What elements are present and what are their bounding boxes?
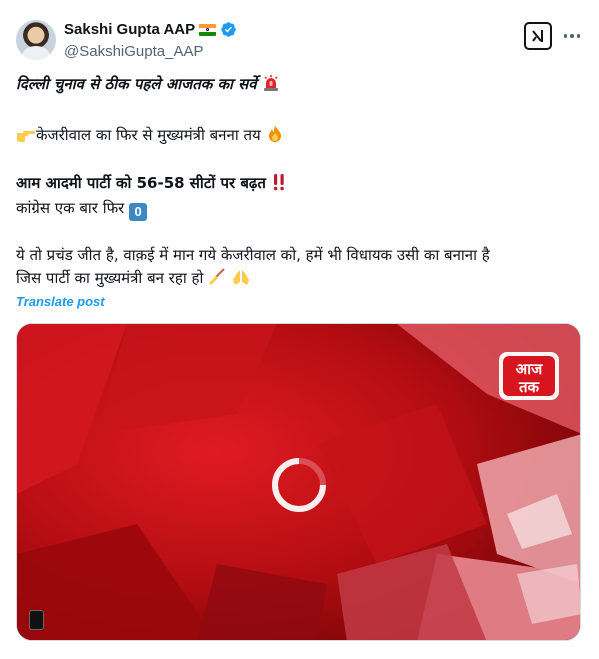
double-exclamation-icon <box>273 174 285 191</box>
folded-hands-icon <box>232 270 249 285</box>
post-closing-text: जिस पार्टी का मुख्यमंत्री बन रहा हो <box>16 269 204 287</box>
siren-icon <box>263 75 278 91</box>
grok-button[interactable] <box>524 22 552 50</box>
author-handle[interactable]: @SakshiGupta_AAP <box>64 43 203 60</box>
post-line-5: ये तो प्रचंड जीत है, वाक़ई में मान गये क… <box>16 246 490 264</box>
post-congress-text: कांग्रेस एक बार फिर <box>16 199 125 217</box>
logo-text-bottom: तक <box>518 378 541 396</box>
translate-post-link[interactable]: Translate post <box>16 294 105 309</box>
more-options-button[interactable] <box>561 26 583 46</box>
tweet-card: Sakshi Gupta AAP @SakshiGupta_AAP दिल्ली… <box>0 0 599 659</box>
grok-icon <box>532 30 543 42</box>
more-options-icon <box>563 34 568 38</box>
post-prediction-text: केजरीवाल का फिर से मुख्यमंत्री बनना तय <box>36 126 261 144</box>
logo-text-top: आज <box>516 360 543 378</box>
author-avatar[interactable] <box>16 20 56 60</box>
post-line-1: दिल्ली चुनाव से ठीक पहले आजतक का सर्वे <box>16 73 280 95</box>
pointing-hand-icon <box>17 131 35 142</box>
author-name-row: Sakshi Gupta AAP <box>64 21 237 38</box>
post-line-4: कांग्रेस एक बार फिर 0 <box>16 197 148 221</box>
broom-icon <box>209 268 225 285</box>
post-headline-text: दिल्ली चुनाव से ठीक पहले आजतक का सर्वे <box>16 75 257 93</box>
post-line-3: आम आदमी पार्टी को 56-58 सीटों पर बढ़त <box>16 172 287 194</box>
fire-icon <box>268 126 281 142</box>
aajtak-logo: आज तक <box>497 348 563 408</box>
post-line-2: केजरीवाल का फिर से मुख्यमंत्री बनना तय <box>16 124 284 146</box>
verified-badge-icon[interactable] <box>220 21 237 38</box>
loading-spinner-icon <box>272 458 326 512</box>
author-display-name[interactable]: Sakshi Gupta AAP <box>64 21 195 38</box>
india-flag-icon <box>199 23 217 36</box>
post-line-6: जिस पार्टी का मुख्यमंत्री बन रहा हो <box>16 267 251 289</box>
post-seats-text: आम आदमी पार्टी को 56-58 सीटों पर बढ़त <box>16 174 266 192</box>
keycap-zero-icon: 0 <box>129 203 148 221</box>
playback-indicator[interactable] <box>29 610 44 630</box>
video-player[interactable]: आज तक <box>16 323 581 641</box>
